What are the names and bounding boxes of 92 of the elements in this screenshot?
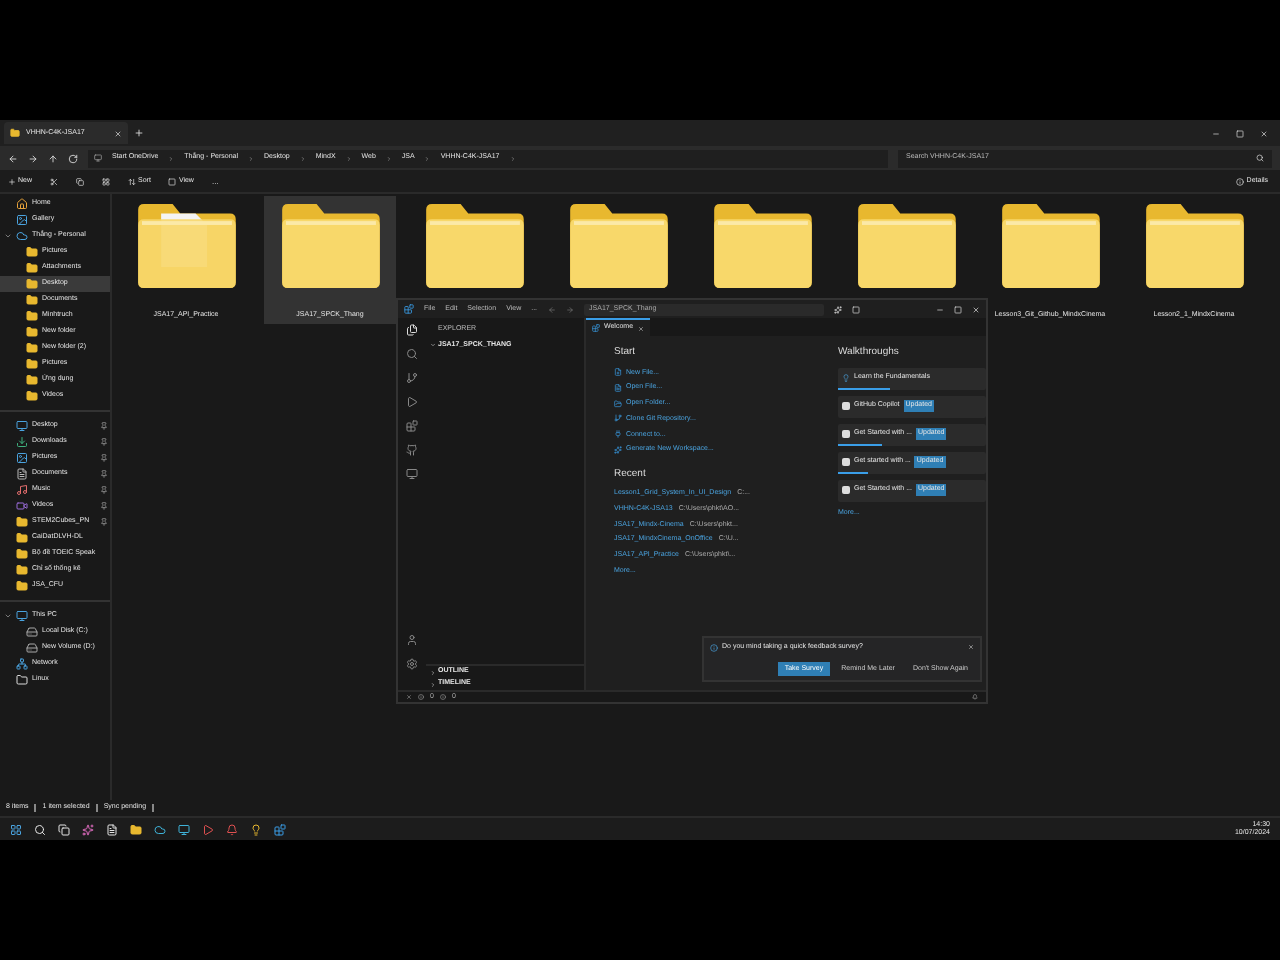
desktop-icon [16,420,28,432]
extensions-icon[interactable] [406,420,418,432]
view-icon [168,177,177,185]
folder-icon [132,202,240,290]
folder-icon [16,516,28,528]
folder-icon [614,399,622,408]
monitor-icon[interactable] [178,823,190,835]
sparkle-icon[interactable] [82,823,94,835]
document-icon[interactable] [106,823,118,835]
cut-icon[interactable] [50,177,59,185]
lightbulb-icon [842,374,850,382]
forward-icon[interactable] [28,153,38,163]
bell-icon[interactable] [972,694,978,700]
folder-icon [26,374,38,386]
drive-icon [26,642,38,654]
folder-icon [564,202,672,290]
folder-icon [996,202,1104,290]
app-logo-icon [404,304,414,314]
sort-icon [128,177,137,185]
image-icon [16,452,28,464]
computer-icon [16,610,28,622]
settings-icon[interactable] [406,658,418,670]
branch-icon [614,414,622,423]
new-tab-icon[interactable] [134,128,144,138]
folder-icon [1140,202,1248,290]
maximize-icon[interactable] [954,305,962,313]
folder-icon [26,390,38,402]
up-icon[interactable] [48,153,58,163]
error-icon [418,694,424,700]
plus-icon [8,177,16,185]
walkthrough-icon [842,486,850,494]
plug-icon [614,430,622,439]
folder-icon [852,202,960,290]
document-icon [16,468,28,480]
sparkle-icon [614,445,622,454]
new-file-icon [614,368,622,377]
code-editor-icon[interactable] [274,823,286,835]
monitor-icon [94,154,102,162]
lightbulb-icon[interactable] [250,823,262,835]
folder-icon [16,532,28,544]
cloud-icon [16,230,28,242]
home-icon [16,198,28,210]
file-icon [614,383,622,392]
folder-icon [26,262,38,274]
folder-icon [26,326,38,338]
folder-icon [26,358,38,370]
folder-icon [420,202,528,290]
folder-icon [276,202,384,290]
branch-icon[interactable] [406,372,418,384]
run-icon[interactable] [406,396,418,408]
folder-icon [16,674,28,686]
info-icon [710,643,718,652]
walkthrough-icon [842,458,850,466]
play-icon[interactable] [202,823,214,835]
layout-icon[interactable] [851,305,860,313]
account-icon[interactable] [406,634,418,646]
minimize-icon[interactable] [936,305,944,313]
search-icon [1256,154,1264,162]
monitor-icon[interactable] [406,468,418,480]
task-view-icon[interactable] [58,823,70,835]
walkthrough-icon [842,430,850,438]
image-icon [16,214,28,226]
drive-icon [26,626,38,638]
video-icon [16,500,28,512]
cloud-icon[interactable] [154,823,166,835]
warning-icon [439,694,446,700]
folder-icon[interactable] [130,823,142,835]
app-logo-icon [592,324,600,332]
music-icon [16,484,28,496]
folder-icon [26,246,38,258]
github-icon[interactable] [406,444,418,456]
maximize-icon[interactable] [1236,129,1244,137]
bell-icon[interactable] [226,823,238,835]
folder-icon [26,310,38,322]
folder-icon [26,278,38,290]
start-icon[interactable] [10,823,22,835]
folder-icon [16,564,28,576]
files-icon[interactable] [406,324,418,336]
folder-icon [16,548,28,560]
minimize-icon[interactable] [1212,129,1220,137]
folder-icon [26,342,38,354]
walkthrough-icon [842,402,850,410]
refresh-icon[interactable] [68,153,78,163]
back-icon[interactable] [8,153,18,163]
folder-icon [10,128,20,138]
info-icon [1236,177,1245,185]
folder-icon [708,202,816,290]
folder-icon [26,294,38,306]
download-icon [16,436,28,448]
copy-icon[interactable] [76,177,85,185]
network-icon [16,658,28,670]
folder-icon [16,580,28,592]
